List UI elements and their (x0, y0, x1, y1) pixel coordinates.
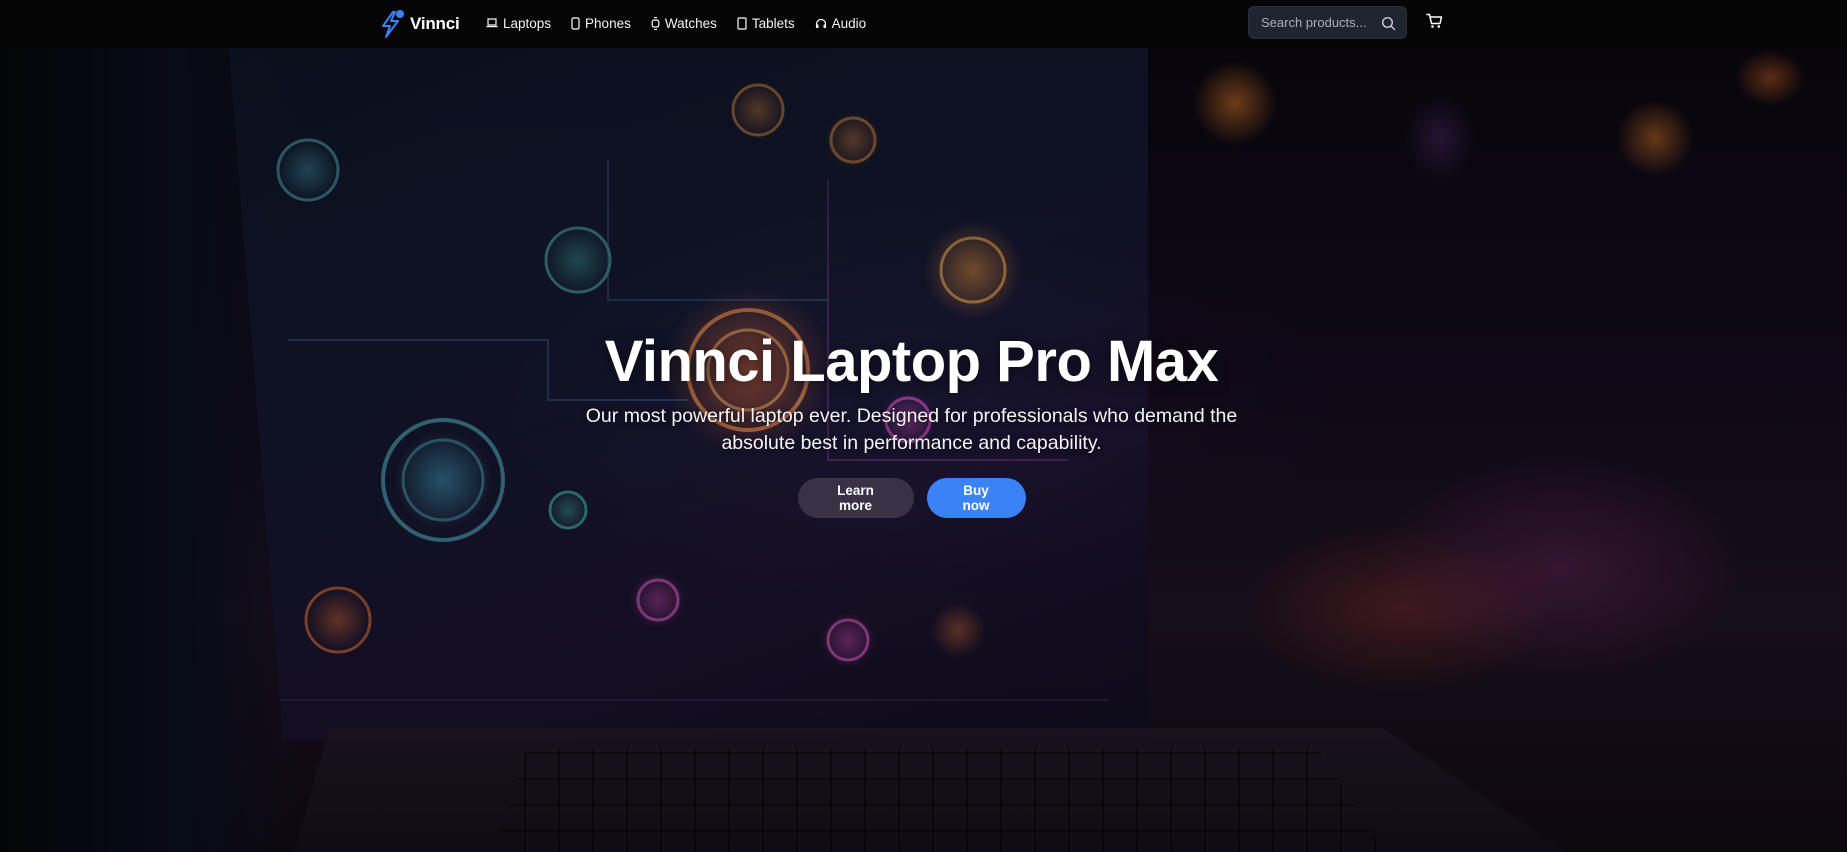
cart-button[interactable] (1426, 13, 1443, 34)
search-input[interactable] (1261, 15, 1379, 30)
watch-icon (651, 16, 660, 30)
nav-item-label: Tablets (751, 15, 795, 31)
search-icon[interactable] (1381, 16, 1396, 36)
main-nav: Laptops Phones Watches Tablets Audio (486, 0, 866, 46)
hero-subtitle: Our most powerful laptop ever. Designed … (585, 405, 1238, 454)
nav-item-watches[interactable]: Watches (651, 16, 717, 31)
nav-item-tablets[interactable]: Tablets (737, 16, 795, 31)
search-box (1248, 6, 1407, 39)
nav-item-label: Laptops (503, 15, 552, 31)
lightning-icon (378, 9, 404, 39)
hero-section: Vinnci Laptop Pro Max Our most powerful … (0, 48, 1847, 852)
nav-item-phones[interactable]: Phones (571, 16, 631, 31)
nav-item-laptops[interactable]: Laptops (486, 16, 551, 31)
nav-item-label: Watches (664, 15, 717, 31)
site-header: Vinnci Laptops Phones Watches Tablets Au… (0, 0, 1847, 48)
nav-item-label: Phones (585, 15, 631, 31)
hero-content: Vinnci Laptop Pro Max Our most powerful … (0, 328, 1823, 518)
brand-name: Vinnci (410, 14, 460, 33)
learn-more-button[interactable]: Learn more (797, 478, 914, 518)
nav-item-label: Audio (831, 15, 867, 31)
phone-icon (571, 16, 580, 30)
buy-now-button[interactable]: Buy now (926, 478, 1026, 518)
hero-actions: Learn more Buy now (797, 478, 1026, 518)
nav-item-audio[interactable]: Audio (815, 15, 867, 31)
hero-title: Vinnci Laptop Pro Max (604, 329, 1219, 394)
cart-icon (1426, 13, 1443, 33)
headphones-icon (815, 18, 827, 29)
tablet-icon (737, 16, 747, 30)
brand-logo[interactable]: Vinnci (378, 6, 460, 42)
laptop-icon (486, 18, 498, 28)
